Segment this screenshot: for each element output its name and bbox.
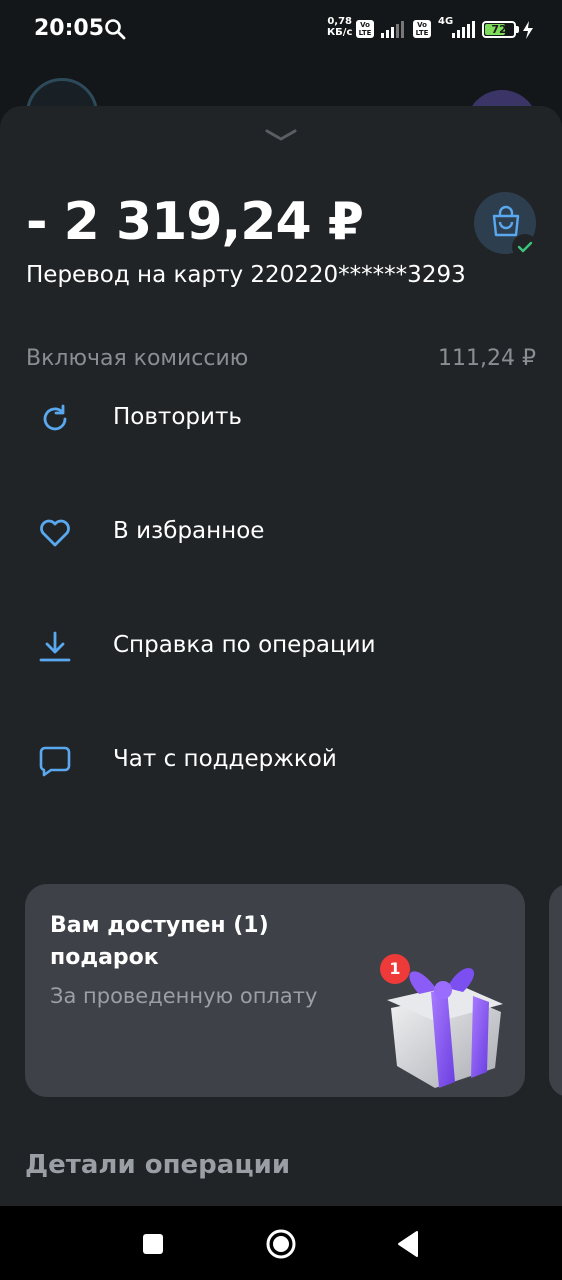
certificate-label: Справка по операции [113,632,376,658]
success-badge [512,234,538,260]
transaction-description: Перевод на карту 220220******3293 [26,262,466,288]
details-section-title: Детали операции [25,1150,291,1180]
signal-icon-2 [452,21,475,38]
battery-icon: 72 [482,21,516,38]
fee-value: 111,24 ₽ [438,346,536,371]
home-button[interactable] [263,1226,299,1262]
support-chat-label: Чат с поддержкой [113,746,337,772]
next-promo-card[interactable] [549,884,562,1097]
favorites-label: В избранное [113,518,265,544]
volte-label-bottom: LTE [415,29,429,37]
refresh-icon [43,404,67,431]
battery-level: 72 [491,23,507,36]
operation-certificate-button[interactable]: Справка по операции [0,606,562,686]
support-chat-button[interactable]: Чат с поддержкой [0,720,562,800]
transaction-amount: - 2 319,24 ₽ [26,192,364,252]
chat-icon [39,746,71,777]
search-icon [105,19,126,40]
volte-label-top: Vo [417,21,427,29]
volte-label-top: Vo [360,21,370,29]
net-speed: 0,78 КБ/с [327,16,352,38]
add-to-favorites-button[interactable]: В избранное [0,492,562,572]
download-icon [39,631,71,662]
recents-button[interactable] [135,1226,171,1262]
promo-title: Вам доступен (1) подарок [50,913,269,970]
battery-cap [516,26,519,33]
check-icon [517,241,533,253]
gift-promo-card[interactable]: Вам доступен (1) подарок За проведенную … [25,884,525,1097]
charging-icon [523,21,533,39]
volte-icon: Vo LTE [356,20,374,38]
shopping-bag-icon [492,205,520,237]
status-bar: 20:05 0,78 КБ/с Vo LTE Vo LTE 4G 72 [0,0,562,60]
repeat-label: Повторить [113,404,242,430]
volte-icon-2: Vo LTE [413,20,431,38]
net-speed-value: 0,78 [327,16,353,27]
repeat-button[interactable]: Повторить [0,378,562,458]
promo-subtitle: За проведенную оплату [50,984,318,1008]
status-time: 20:05 [34,16,105,41]
fee-label: Включая комиссию [26,346,249,371]
signal-icon [381,21,404,38]
net-speed-unit: КБ/с [327,27,353,38]
back-button[interactable] [390,1226,426,1262]
operation-sheet: - 2 319,24 ₽ Перевод на карту 220220****… [0,106,562,1206]
volte-label-bottom: LTE [358,29,372,37]
system-nav-bar [0,1206,562,1280]
heart-icon [40,519,70,547]
collapse-chevron-icon[interactable] [263,126,299,144]
gift-count-badge: 1 [380,954,410,984]
